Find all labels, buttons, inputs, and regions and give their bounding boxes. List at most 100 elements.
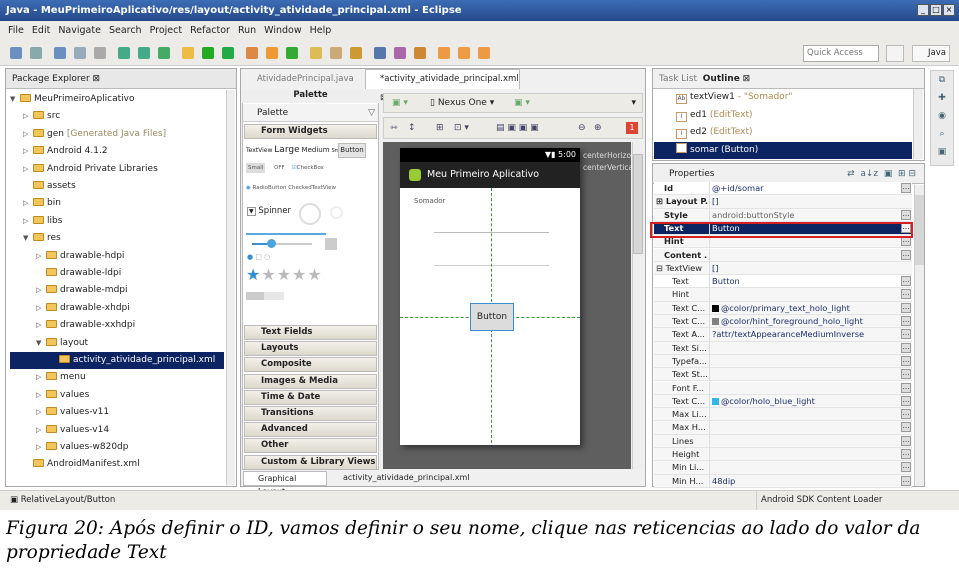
property-value[interactable] [709,421,899,435]
ellipsis-button[interactable]: … [901,355,911,366]
ellipsis-button[interactable]: … [901,462,911,473]
quickcontact-icon[interactable] [325,238,337,250]
toolbar-button-icon[interactable] [246,47,258,59]
expand-toggle-icon[interactable]: ⊞ [656,196,666,206]
menu-search[interactable]: Search [109,25,142,36]
tree-item[interactable]: assets [23,178,76,195]
ellipsis-button[interactable]: … [901,302,911,313]
scrollbar[interactable] [226,90,235,485]
toolbar-button-icon[interactable] [74,47,86,59]
tree-item[interactable]: activity_atividade_principal.xml [10,352,224,369]
zoom-in-icon[interactable]: ⊕ [594,118,602,138]
property-row[interactable]: Text A... ?attr/textAppearanceMediumInver… [654,328,912,342]
expand-arrow-icon[interactable]: ▷ [36,439,46,456]
ellipsis-button[interactable]: … [901,435,911,446]
gravity-icon[interactable]: ⊡ ▾ [454,118,469,138]
menu-edit[interactable]: Edit [32,25,50,36]
ellipsis-button[interactable]: … [901,316,911,326]
property-row[interactable]: Id @+id/somar… [654,182,912,196]
toolbar-button-icon[interactable] [30,47,42,59]
device-dropdown[interactable]: ▯ Nexus One ▾ [430,94,494,112]
expand-arrow-icon[interactable]: ▷ [36,404,46,421]
progress-horizontal-icon[interactable] [246,233,326,235]
palette-category[interactable]: Composite [244,357,377,373]
property-row[interactable]: Text Button… [654,275,912,289]
widget-checkbox[interactable]: CheckBox [297,165,324,171]
orientation-icon[interactable]: ▣ ▾ [514,94,530,112]
property-row[interactable]: Max Li...… [654,408,912,422]
property-row[interactable]: Lines… [654,434,912,448]
outline-item[interactable]: Ied1 (EditText) [654,107,912,124]
palette-category[interactable]: Images & Media [244,373,377,389]
overflow-chevron-icon[interactable]: ▾ [631,94,636,112]
switch-icon[interactable] [246,292,284,300]
property-value[interactable] [709,408,899,422]
expand-toggle-icon[interactable]: ⊟ [656,263,666,273]
monitor-icon[interactable]: ▣ [931,143,953,161]
baseline-icon[interactable]: ▤ ▣ ▣ ▣ [496,118,539,138]
radio-small-icons[interactable]: ● □ ○ [247,253,270,261]
expand-arrow-icon[interactable]: ▷ [36,422,46,439]
ellipsis-button[interactable]: … [901,409,911,420]
toolbar-button-icon[interactable] [478,47,490,59]
seekbar-icon[interactable] [252,239,312,248]
ellipsis-button[interactable]: … [901,369,911,380]
ellipsis-button[interactable]: … [901,449,911,459]
expand-arrow-icon[interactable]: ▷ [23,213,33,230]
tree-item[interactable]: ▷ bin [23,195,61,212]
palette-category[interactable]: Text Fields [244,325,377,340]
property-row[interactable]: Style android:buttonStyle… [654,208,912,222]
expand-arrow-icon[interactable]: ▷ [36,369,46,386]
tree-item[interactable]: ▼ MeuPrimeiroAplicativo [10,91,135,108]
tree-item[interactable]: ▷ drawable-hdpi [36,248,124,265]
toolbar-button-icon[interactable] [414,47,426,59]
property-value[interactable] [709,288,899,302]
outline-scrollbar[interactable] [913,89,923,159]
expand-arrow-icon[interactable]: ▼ [36,335,46,352]
expand-arrow-icon[interactable]: ▷ [23,126,33,143]
palette-category[interactable]: Layouts [244,341,377,357]
expand-arrow-icon[interactable]: ▷ [23,143,33,160]
property-value[interactable]: ?attr/textAppearanceMediumInverse [709,328,899,342]
tree-item[interactable]: ▷ values-v11 [36,404,109,421]
widget-toggle[interactable]: OFF [274,165,285,171]
ellipsis-button[interactable]: … [901,289,911,300]
ellipsis-button[interactable]: … [901,249,911,260]
menu-window[interactable]: Window [264,25,301,36]
property-row[interactable]: Font F...… [654,381,912,395]
expand-arrow-icon[interactable]: ▷ [23,108,33,125]
property-value[interactable]: @color/holo_blue_light [709,394,899,408]
expand-arrow-icon[interactable]: ▷ [23,161,33,178]
tab-atividadeprincipal-java[interactable]: AtividadePrincipal.java [243,70,360,88]
property-row[interactable]: Text Si...… [654,341,912,355]
expand-arrow-icon[interactable]: ▷ [23,195,33,212]
palette-category[interactable]: Other [244,438,377,454]
tree-item[interactable]: ▷ drawable-mdpi [36,282,128,299]
toolbar-button-icon[interactable] [374,47,386,59]
property-row[interactable]: Text C... @color/primary_text_holo_light… [654,301,912,315]
outline-item[interactable]: Ied2 (EditText) [654,124,912,141]
toolbar-button-icon[interactable] [394,47,406,59]
toggle-fill-height-icon[interactable]: ↕ [408,118,416,138]
tab-xml-source[interactable]: activity_atividade_principal.xml [331,471,471,486]
toggle-fill-width-icon[interactable]: ⇿ [390,118,398,138]
zoom-out-icon[interactable]: ⊖ [578,118,586,138]
toolbar-button-icon[interactable] [10,47,22,59]
expand-arrow-icon[interactable]: ▷ [36,387,46,404]
tab-task-list[interactable]: Task List [659,74,697,84]
palette-category[interactable]: Custom & Library Views [244,454,377,470]
expand-arrow-icon[interactable]: ▷ [36,282,46,299]
toolbar-button-icon[interactable] [158,47,170,59]
toolbar-button-icon[interactable] [138,47,150,59]
ellipsis-button[interactable]: … [901,342,911,353]
property-row[interactable]: Max H...… [654,421,912,435]
property-value[interactable] [709,448,899,461]
ellipsis-button[interactable]: … [901,475,911,486]
close-button[interactable]: × [943,4,955,16]
tree-item[interactable]: ▷ gen [Generated Java Files] [23,126,166,143]
minimize-button[interactable]: _ [917,4,929,16]
property-value[interactable]: android:buttonStyle [709,208,899,222]
tree-item[interactable]: ▼ layout [36,335,88,352]
property-row[interactable]: Text C... @color/holo_blue_light… [654,394,912,409]
tree-item[interactable]: drawable-ldpi [36,265,121,282]
